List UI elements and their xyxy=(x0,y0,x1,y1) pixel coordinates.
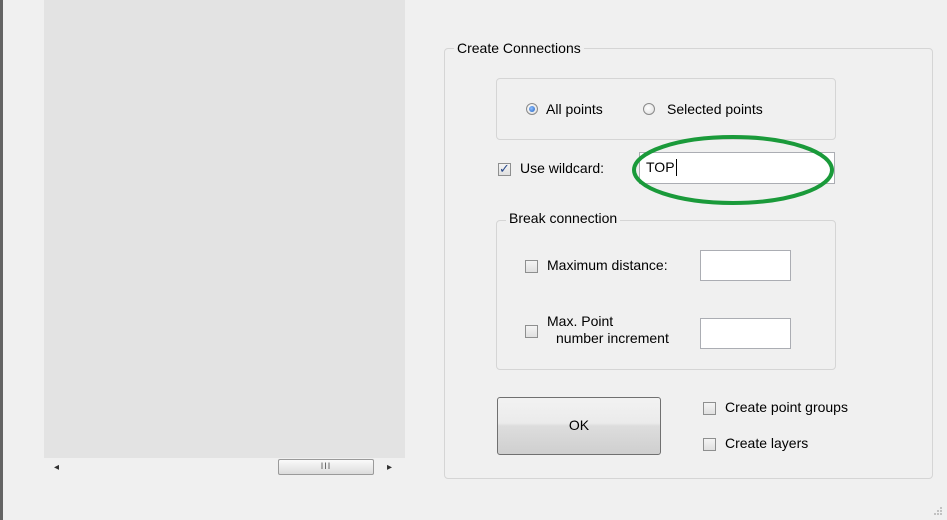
maximum-distance-label[interactable]: Maximum distance: xyxy=(547,257,668,273)
maximum-distance-input[interactable] xyxy=(700,250,791,281)
items-list-panel[interactable] xyxy=(44,0,405,458)
all-points-label[interactable]: All points xyxy=(546,101,603,117)
max-point-increment-label-line1[interactable]: Max. Point xyxy=(547,313,613,329)
horizontal-scrollbar[interactable]: ◂ III ▸ xyxy=(44,458,405,476)
ok-button[interactable]: OK xyxy=(497,397,661,455)
wildcard-input[interactable]: TOP xyxy=(639,152,835,184)
max-point-increment-label-line2[interactable]: number increment xyxy=(556,330,669,346)
break-connection-title: Break connection xyxy=(506,210,621,226)
create-connections-title: Create Connections xyxy=(454,40,584,56)
scrollbar-thumb[interactable]: III xyxy=(278,459,374,475)
all-points-radio[interactable] xyxy=(526,103,538,115)
wildcard-input-value: TOP xyxy=(646,159,675,175)
text-cursor xyxy=(676,159,677,176)
create-layers-checkbox[interactable] xyxy=(703,438,716,451)
resize-grip-icon[interactable] xyxy=(933,506,943,516)
max-point-increment-checkbox[interactable] xyxy=(525,325,538,338)
create-layers-label[interactable]: Create layers xyxy=(725,435,808,451)
max-point-increment-input[interactable] xyxy=(700,318,791,349)
create-point-groups-label[interactable]: Create point groups xyxy=(725,399,848,415)
scroll-right-arrow-icon[interactable]: ▸ xyxy=(387,462,392,473)
use-wildcard-checkbox[interactable] xyxy=(498,161,511,177)
window-left-border xyxy=(0,0,3,520)
scroll-left-arrow-icon[interactable]: ◂ xyxy=(54,462,59,473)
use-wildcard-label[interactable]: Use wildcard: xyxy=(520,160,604,176)
selected-points-radio[interactable] xyxy=(643,103,655,115)
selected-points-label[interactable]: Selected points xyxy=(667,101,763,117)
maximum-distance-checkbox[interactable] xyxy=(525,260,538,273)
create-point-groups-checkbox[interactable] xyxy=(703,402,716,415)
